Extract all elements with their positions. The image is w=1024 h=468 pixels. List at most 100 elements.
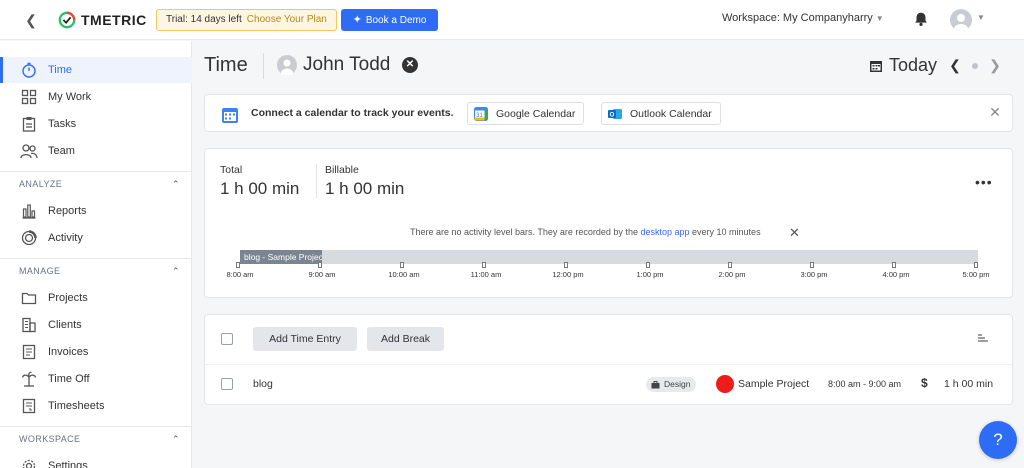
sidebar-item-label: Tasks	[48, 118, 77, 130]
page-title: Time	[204, 54, 248, 76]
timeline-tick-label: 1:00 pm	[636, 270, 664, 279]
logo-text: TMETRIC	[81, 12, 147, 28]
calendar-grid-icon	[222, 108, 238, 123]
section-heading-analyze[interactable]: ANALYZE ⌃	[0, 174, 192, 194]
entry-description[interactable]: blog	[253, 378, 273, 390]
sidebar: Time My Work Tasks Team ANALYZE ⌃ Report…	[0, 41, 192, 468]
timeline-entry-bar[interactable]: blog - Sample Project	[240, 250, 322, 264]
user-avatar-icon	[277, 55, 297, 78]
entry-checkbox[interactable]	[221, 378, 233, 390]
sidebar-item-my-work[interactable]: My Work	[0, 84, 192, 110]
date-navigator: Today ❮ ❯	[869, 55, 1001, 76]
notifications-bell-icon[interactable]	[912, 10, 930, 28]
section-divider	[0, 258, 192, 259]
sidebar-item-activity[interactable]: Activity	[0, 225, 192, 251]
bar-chart-icon	[20, 202, 38, 220]
user-filter-chip[interactable]: John Todd	[277, 54, 390, 78]
sidebar-item-timesheets[interactable]: Timesheets	[0, 393, 192, 419]
avatar-chevron-down-icon[interactable]: ▼	[977, 13, 985, 22]
entry-tag[interactable]: Design	[646, 377, 697, 392]
timeline-tick-label: 12:00 pm	[552, 270, 584, 279]
sidebar-item-settings[interactable]: Settings	[0, 453, 192, 468]
dismiss-note-icon[interactable]: ✕	[789, 226, 800, 239]
sidebar-item-projects[interactable]: Projects	[0, 285, 192, 311]
activity-ring-icon	[20, 229, 38, 247]
timeline-track[interactable]	[240, 250, 978, 264]
timeline-tick-label: 8:00 am	[226, 270, 254, 279]
section-heading-label: WORKSPACE	[19, 434, 81, 444]
entry-project[interactable]: Sample Project	[738, 378, 809, 390]
sidebar-item-label: Team	[48, 145, 75, 157]
outlook-calendar-label: Outlook Calendar	[630, 107, 712, 120]
user-avatar[interactable]	[950, 9, 972, 31]
sidebar-item-team[interactable]: Team	[0, 138, 192, 164]
timesheet-icon	[20, 397, 38, 415]
sidebar-item-label: Clients	[48, 319, 82, 331]
invoice-icon	[20, 343, 38, 361]
sidebar-item-reports[interactable]: Reports	[0, 198, 192, 224]
section-divider	[0, 426, 192, 427]
back-arrow-icon[interactable]: ❮	[22, 10, 40, 30]
add-break-button[interactable]: Add Break	[367, 327, 444, 351]
sidebar-item-clients[interactable]: Clients	[0, 312, 192, 338]
current-day-dot[interactable]	[972, 62, 979, 69]
trial-badge[interactable]: Trial: 14 days left Choose Your Plan	[156, 9, 337, 31]
billable-label: Billable	[325, 164, 359, 176]
gear-icon	[20, 457, 38, 468]
sort-icon[interactable]	[977, 333, 989, 343]
workspace-selector[interactable]: Workspace: My Companyharry ▼	[722, 12, 884, 24]
previous-day-icon[interactable]: ❮	[949, 57, 961, 74]
section-heading-workspace[interactable]: WORKSPACE ⌃	[0, 429, 192, 449]
tmetric-logo[interactable]: TMETRIC	[58, 10, 147, 30]
sidebar-item-time-off[interactable]: Time Off	[0, 366, 192, 392]
calendar-icon[interactable]	[869, 59, 883, 73]
building-icon	[20, 316, 38, 334]
timeline-tick-label: 2:00 pm	[718, 270, 746, 279]
book-demo-button[interactable]: ✦ Book a Demo	[341, 9, 438, 31]
tmetric-logo-icon	[58, 11, 76, 29]
sidebar-item-label: Invoices	[48, 346, 89, 358]
palm-tree-icon	[20, 370, 38, 388]
clipboard-icon	[20, 115, 38, 133]
outlook-calendar-button[interactable]: O Outlook Calendar	[601, 102, 721, 125]
sidebar-item-tasks[interactable]: Tasks	[0, 111, 192, 137]
timeline-tick-label: 10:00 am	[388, 270, 420, 279]
timeline-tick	[728, 262, 732, 268]
calendar-connect-banner: Connect a calendar to track your events.…	[204, 94, 1013, 132]
next-day-icon[interactable]: ❯	[989, 57, 1001, 74]
folder-icon	[20, 289, 38, 307]
select-all-checkbox[interactable]	[221, 333, 233, 345]
choose-plan-link[interactable]: Choose Your Plan	[247, 14, 327, 25]
total-label: Total	[220, 164, 243, 176]
timeline-tick-label: 3:00 pm	[800, 270, 828, 279]
entry-time-range[interactable]: 8:00 am - 9:00 am	[828, 379, 901, 389]
title-divider	[263, 53, 264, 79]
activity-note: There are no activity level bars. They a…	[410, 227, 761, 237]
sidebar-item-label: Timesheets	[48, 400, 105, 412]
today-label[interactable]: Today	[889, 55, 937, 76]
google-calendar-button[interactable]: 31 Google Calendar	[467, 102, 585, 125]
timeline-tick	[482, 262, 486, 268]
sidebar-item-label: Activity	[48, 232, 83, 244]
clear-user-icon[interactable]: ✕	[402, 57, 418, 73]
desktop-app-link[interactable]: desktop app	[640, 227, 689, 237]
timeline-tick-label: 11:00 am	[470, 270, 502, 279]
banner-text: Connect a calendar to track your events.	[251, 107, 454, 119]
chevron-up-icon: ⌃	[172, 434, 180, 444]
sidebar-item-time[interactable]: Time	[0, 57, 192, 83]
section-heading-manage[interactable]: MANAGE ⌃	[0, 261, 192, 281]
stopwatch-icon	[20, 61, 38, 79]
timeline-tick	[318, 262, 322, 268]
sparkle-icon: ✦	[352, 14, 362, 26]
close-icon[interactable]: ✕	[988, 105, 1002, 119]
sidebar-item-invoices[interactable]: Invoices	[0, 339, 192, 365]
entry-duration[interactable]: 1 h 00 min	[944, 378, 993, 390]
add-time-entry-button[interactable]: Add Time Entry	[253, 327, 357, 351]
more-options-icon[interactable]: •••	[975, 174, 993, 190]
project-color-dot	[716, 375, 734, 393]
help-button[interactable]: ?	[979, 421, 1017, 459]
chevron-up-icon: ⌃	[172, 179, 180, 189]
book-demo-label: Book a Demo	[365, 15, 427, 26]
billable-dollar-icon[interactable]: $	[921, 376, 928, 390]
chevron-down-icon: ▼	[875, 14, 884, 23]
